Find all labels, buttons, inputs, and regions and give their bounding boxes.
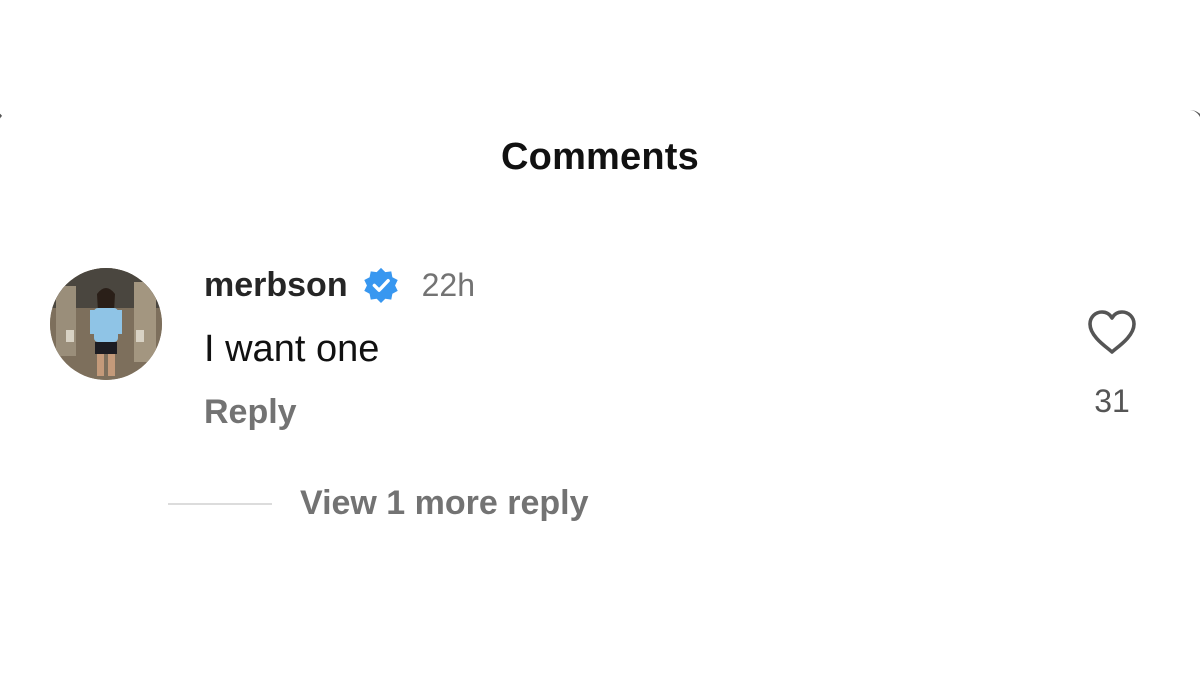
comment-header: merbson 22h: [204, 262, 475, 308]
comments-sheet: Comments merbson 22h I want one Reply 31…: [0, 0, 1200, 675]
view-more-replies-button[interactable]: View 1 more reply: [300, 484, 589, 523]
like-area: 31: [1080, 308, 1144, 420]
view-replies-row: View 1 more reply: [168, 484, 589, 523]
comment: merbson 22h I want one Reply: [204, 262, 475, 432]
verified-badge-icon: [362, 266, 400, 304]
sheet-title: Comments: [501, 136, 699, 178]
replies-divider: [168, 502, 272, 505]
reply-button[interactable]: Reply: [204, 393, 297, 432]
like-count: 31: [1094, 383, 1130, 419]
avatar[interactable]: [50, 268, 162, 380]
heart-icon[interactable]: [1086, 308, 1138, 356]
avatar-photo: [50, 268, 162, 380]
comment-text: I want one: [204, 328, 380, 370]
username[interactable]: merbson: [204, 266, 348, 305]
comment-timestamp: 22h: [421, 266, 475, 303]
